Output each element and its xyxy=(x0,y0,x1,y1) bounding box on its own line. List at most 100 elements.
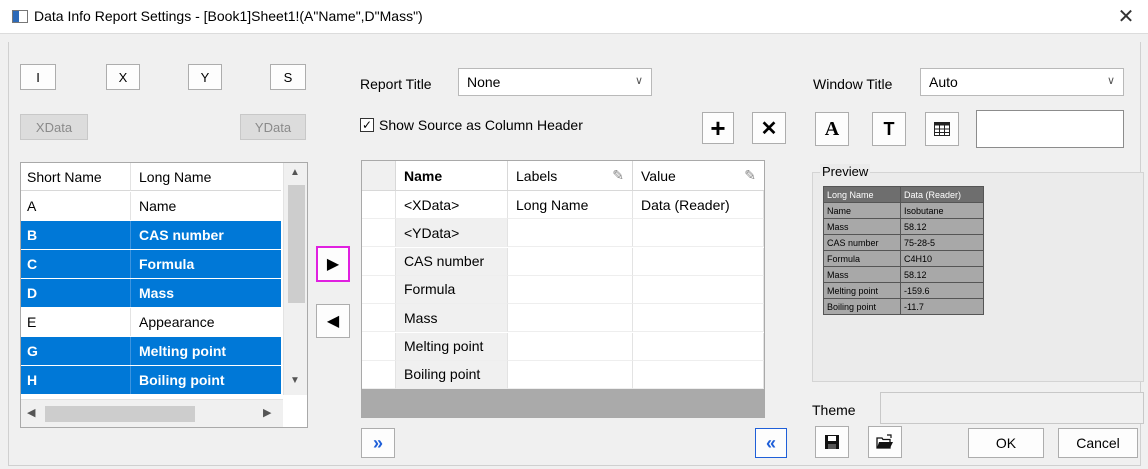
remove-column-button[interactable]: ◀ xyxy=(316,304,350,338)
text-button[interactable]: T xyxy=(872,112,906,146)
table-format-button[interactable] xyxy=(925,112,959,146)
row-header[interactable] xyxy=(362,360,396,389)
name-cell[interactable]: Boiling point xyxy=(396,360,508,389)
header-short-name[interactable]: Short Name xyxy=(21,163,131,191)
name-cell[interactable]: CAS number xyxy=(396,247,508,276)
x-button[interactable]: X xyxy=(106,64,140,90)
row-header[interactable] xyxy=(362,332,396,361)
value-cell[interactable] xyxy=(633,275,764,304)
short-name-cell[interactable]: D xyxy=(21,279,131,307)
open-folder-icon xyxy=(876,434,893,449)
table-row[interactable]: E Appearance xyxy=(21,308,281,336)
header-name[interactable]: Name xyxy=(396,161,508,191)
row-header[interactable] xyxy=(362,191,396,219)
horizontal-scrollbar[interactable]: ◀ ▶ xyxy=(21,399,283,427)
preview-cell: Name xyxy=(823,202,901,219)
show-source-checkbox[interactable]: ✓ xyxy=(360,118,374,132)
long-name-cell[interactable]: Appearance xyxy=(131,308,281,336)
table-row[interactable]: C Formula xyxy=(21,250,281,278)
value-cell[interactable] xyxy=(633,219,764,248)
left-arrow-icon: ◀ xyxy=(326,313,340,330)
i-button[interactable]: I xyxy=(20,64,56,90)
preview-cell: Boiling point xyxy=(823,298,901,315)
name-cell[interactable]: Formula xyxy=(396,275,508,304)
ydata-button[interactable]: YData xyxy=(240,114,306,140)
expand-button[interactable]: » xyxy=(361,428,395,458)
short-name-cell[interactable]: C xyxy=(21,250,131,278)
long-name-cell[interactable]: Name xyxy=(131,192,281,220)
add-column-button[interactable]: ▶ xyxy=(316,246,350,282)
short-name-cell[interactable]: H xyxy=(21,366,131,394)
value-cell[interactable] xyxy=(633,304,764,333)
column-list-grid[interactable]: Short Name Long Name A Name B CAS number C Fo… xyxy=(20,162,308,428)
labels-cell[interactable] xyxy=(508,304,633,333)
short-name-cell[interactable]: E xyxy=(21,308,131,336)
labels-cell[interactable] xyxy=(508,219,633,248)
row-header[interactable] xyxy=(362,275,396,304)
theme-field[interactable] xyxy=(880,392,1144,424)
labels-cell[interactable] xyxy=(508,332,633,361)
long-name-cell[interactable]: CAS number xyxy=(131,221,281,249)
save-theme-button[interactable] xyxy=(815,426,849,458)
window-title-select[interactable]: Auto ∨ xyxy=(920,68,1124,96)
row-header[interactable] xyxy=(362,247,396,276)
close-icon[interactable]: ✕ xyxy=(1114,4,1138,29)
s-button[interactable]: S xyxy=(270,64,306,90)
collapse-button[interactable]: « xyxy=(755,428,787,458)
name-cell[interactable]: Melting point xyxy=(396,332,508,361)
scroll-up-icon[interactable]: ▲ xyxy=(290,167,300,178)
window-title: Data Info Report Settings - [Book1]Sheet… xyxy=(34,8,423,24)
open-theme-button[interactable] xyxy=(868,426,902,458)
table-row[interactable]: H Boiling point xyxy=(21,366,281,394)
value-cell[interactable]: Data (Reader) xyxy=(633,191,764,219)
long-name-cell[interactable]: Boiling point xyxy=(131,366,281,394)
delete-row-button[interactable]: ✕ xyxy=(752,112,786,144)
labels-cell[interactable] xyxy=(508,247,633,276)
color-swatch-field[interactable] xyxy=(976,110,1124,148)
scroll-left-icon[interactable]: ◀ xyxy=(27,406,35,419)
header-long-name[interactable]: Long Name xyxy=(131,163,281,191)
font-button[interactable]: A xyxy=(815,112,849,146)
preview-row: CAS number 75-28-5 xyxy=(823,234,984,251)
labels-cell[interactable] xyxy=(508,275,633,304)
long-name-cell[interactable]: Formula xyxy=(131,250,281,278)
name-cell[interactable]: <XData> xyxy=(396,191,508,219)
table-row[interactable]: D Mass xyxy=(21,279,281,307)
scroll-down-icon[interactable]: ▼ xyxy=(290,375,300,386)
row-header[interactable] xyxy=(362,219,396,248)
row-header[interactable] xyxy=(362,304,396,333)
vertical-scrollbar[interactable]: ▲ ▼ xyxy=(283,163,307,395)
ok-button[interactable]: OK xyxy=(968,428,1044,458)
labels-cell[interactable] xyxy=(508,360,633,389)
long-name-cell[interactable]: Melting point xyxy=(131,337,281,365)
scroll-thumb[interactable] xyxy=(288,185,305,303)
value-cell[interactable] xyxy=(633,360,764,389)
table-row[interactable]: A Name xyxy=(21,192,281,220)
value-cell[interactable] xyxy=(633,332,764,361)
grid-corner xyxy=(362,161,396,191)
header-value[interactable]: Value ✎ xyxy=(633,161,764,191)
preview-cell: Isobutane xyxy=(900,202,984,219)
cancel-button[interactable]: Cancel xyxy=(1058,428,1138,458)
short-name-cell[interactable]: G xyxy=(21,337,131,365)
labels-cell[interactable]: Long Name xyxy=(508,191,633,219)
value-cell[interactable] xyxy=(633,247,764,276)
table-row[interactable]: B CAS number xyxy=(21,221,281,249)
preview-cell: Mass xyxy=(823,266,901,283)
report-items-grid[interactable]: Name Labels ✎ Value ✎ <XData> Long Name Da… xyxy=(361,160,765,418)
name-cell[interactable]: <YData> xyxy=(396,219,508,248)
pencil-icon[interactable]: ✎ xyxy=(612,167,624,184)
pencil-icon[interactable]: ✎ xyxy=(744,167,756,184)
report-title-select[interactable]: None ∨ xyxy=(458,68,652,96)
long-name-cell[interactable]: Mass xyxy=(131,279,281,307)
table-row[interactable]: G Melting point xyxy=(21,337,281,365)
xdata-button[interactable]: XData xyxy=(20,114,88,140)
short-name-cell[interactable]: B xyxy=(21,221,131,249)
add-row-button[interactable]: + xyxy=(702,112,734,144)
y-button[interactable]: Y xyxy=(188,64,222,90)
short-name-cell[interactable]: A xyxy=(21,192,131,220)
name-cell[interactable]: Mass xyxy=(396,304,508,333)
scroll-right-icon[interactable]: ▶ xyxy=(263,406,271,419)
header-labels[interactable]: Labels ✎ xyxy=(508,161,633,191)
scroll-thumb-h[interactable] xyxy=(45,406,195,422)
